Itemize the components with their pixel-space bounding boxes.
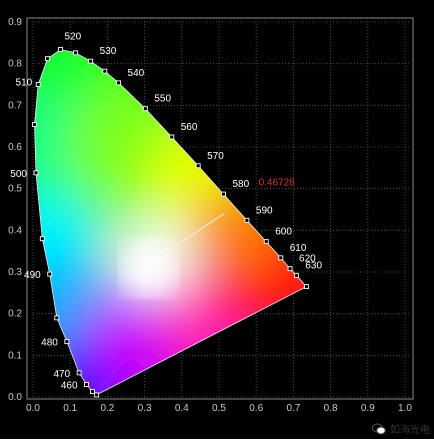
x-tick-label: 0.8 xyxy=(324,403,338,414)
wavelength-label-490: 490 xyxy=(24,270,41,281)
wavelength-label-510: 510 xyxy=(16,78,33,89)
cie-chromaticity-chart: 0.0 0.1 0.2 0.3 0.4 0.5 0.6 0.7 0.8 0.9 1.0 0.0 0.1 0… xyxy=(0,0,434,439)
locus-marker xyxy=(94,392,100,398)
wavelength-label-610: 610 xyxy=(290,243,307,254)
locus-marker xyxy=(76,370,82,376)
locus-marker xyxy=(33,170,39,176)
locus-marker xyxy=(287,266,293,272)
wavelength-label-580: 580 xyxy=(232,179,249,190)
watermark-text: 如海光电 xyxy=(390,425,430,436)
annotation-value: 0.46728 xyxy=(259,177,296,188)
x-tick-label: 0.2 xyxy=(100,403,114,414)
wavelength-label-470: 470 xyxy=(53,369,70,380)
locus-marker xyxy=(102,68,108,74)
locus-marker xyxy=(142,106,148,112)
wavelength-label-480: 480 xyxy=(41,338,58,349)
y-tick-label: 0.5 xyxy=(8,184,22,195)
wavelength-label-540: 540 xyxy=(128,68,145,79)
locus-marker xyxy=(303,284,309,290)
wavelength-label-630: 630 xyxy=(305,260,322,271)
wavelength-label-550: 550 xyxy=(154,94,171,105)
y-tick-label: 0.0 xyxy=(8,392,22,403)
gamut-accent xyxy=(122,241,175,294)
y-tick-label: 0.6 xyxy=(8,142,22,153)
y-tick-label: 0.7 xyxy=(8,100,22,111)
x-tick-label: 0.0 xyxy=(26,403,40,414)
gamut-white-core xyxy=(122,241,175,294)
locus-marker xyxy=(45,56,50,62)
wavelength-label-590: 590 xyxy=(256,205,273,216)
wavelength-label-530: 530 xyxy=(100,46,117,57)
x-tick-label: 0.6 xyxy=(249,403,263,414)
x-tick-label: 0.7 xyxy=(286,403,300,414)
locus-marker xyxy=(64,339,70,345)
locus-marker xyxy=(221,191,226,197)
locus-marker xyxy=(54,315,60,321)
wavelength-label-560: 560 xyxy=(181,122,198,133)
locus-marker xyxy=(47,271,53,277)
locus-marker xyxy=(293,272,299,278)
y-tick-label: 0.9 xyxy=(8,17,22,28)
wavelength-label-570: 570 xyxy=(207,151,224,162)
locus-marker xyxy=(244,217,250,223)
locus-marker xyxy=(116,80,122,86)
locus-marker xyxy=(84,382,90,387)
locus-marker xyxy=(90,389,95,395)
locus-marker xyxy=(39,236,45,242)
x-tick-label: 0.4 xyxy=(175,403,189,414)
x-tick-label: 1.0 xyxy=(398,403,412,414)
y-tick-label: 0.1 xyxy=(8,350,22,361)
y-tick-label: 0.8 xyxy=(8,59,22,70)
locus-marker xyxy=(35,82,41,87)
wavelength-label-460: 460 xyxy=(61,381,78,392)
locus-marker xyxy=(195,163,201,169)
locus-marker xyxy=(278,255,284,261)
y-tick-label: 0.3 xyxy=(8,267,22,278)
chart-svg: 0.0 0.1 0.2 0.3 0.4 0.5 0.6 0.7 0.8 0.9 1.0 0.0 0.1 0… xyxy=(0,0,434,439)
locus-marker xyxy=(72,50,78,56)
y-tick-label: 0.4 xyxy=(8,225,22,236)
x-tick-label: 0.5 xyxy=(212,403,226,414)
x-tick-label: 0.1 xyxy=(63,403,77,414)
wavelength-label-600: 600 xyxy=(275,227,292,238)
locus-marker xyxy=(88,58,94,64)
y-tick-label: 0.2 xyxy=(8,309,22,320)
locus-marker xyxy=(58,47,63,52)
locus-marker xyxy=(263,239,269,245)
wechat-logo-icon xyxy=(372,423,386,434)
watermark: 如海光电 xyxy=(372,421,430,436)
wavelength-label-520: 520 xyxy=(65,32,82,43)
locus-marker xyxy=(32,122,37,127)
x-tick-label: 0.9 xyxy=(361,403,375,414)
wavelength-label-500: 500 xyxy=(10,169,27,180)
x-tick-label: 0.3 xyxy=(138,403,152,414)
locus-marker xyxy=(169,134,175,140)
